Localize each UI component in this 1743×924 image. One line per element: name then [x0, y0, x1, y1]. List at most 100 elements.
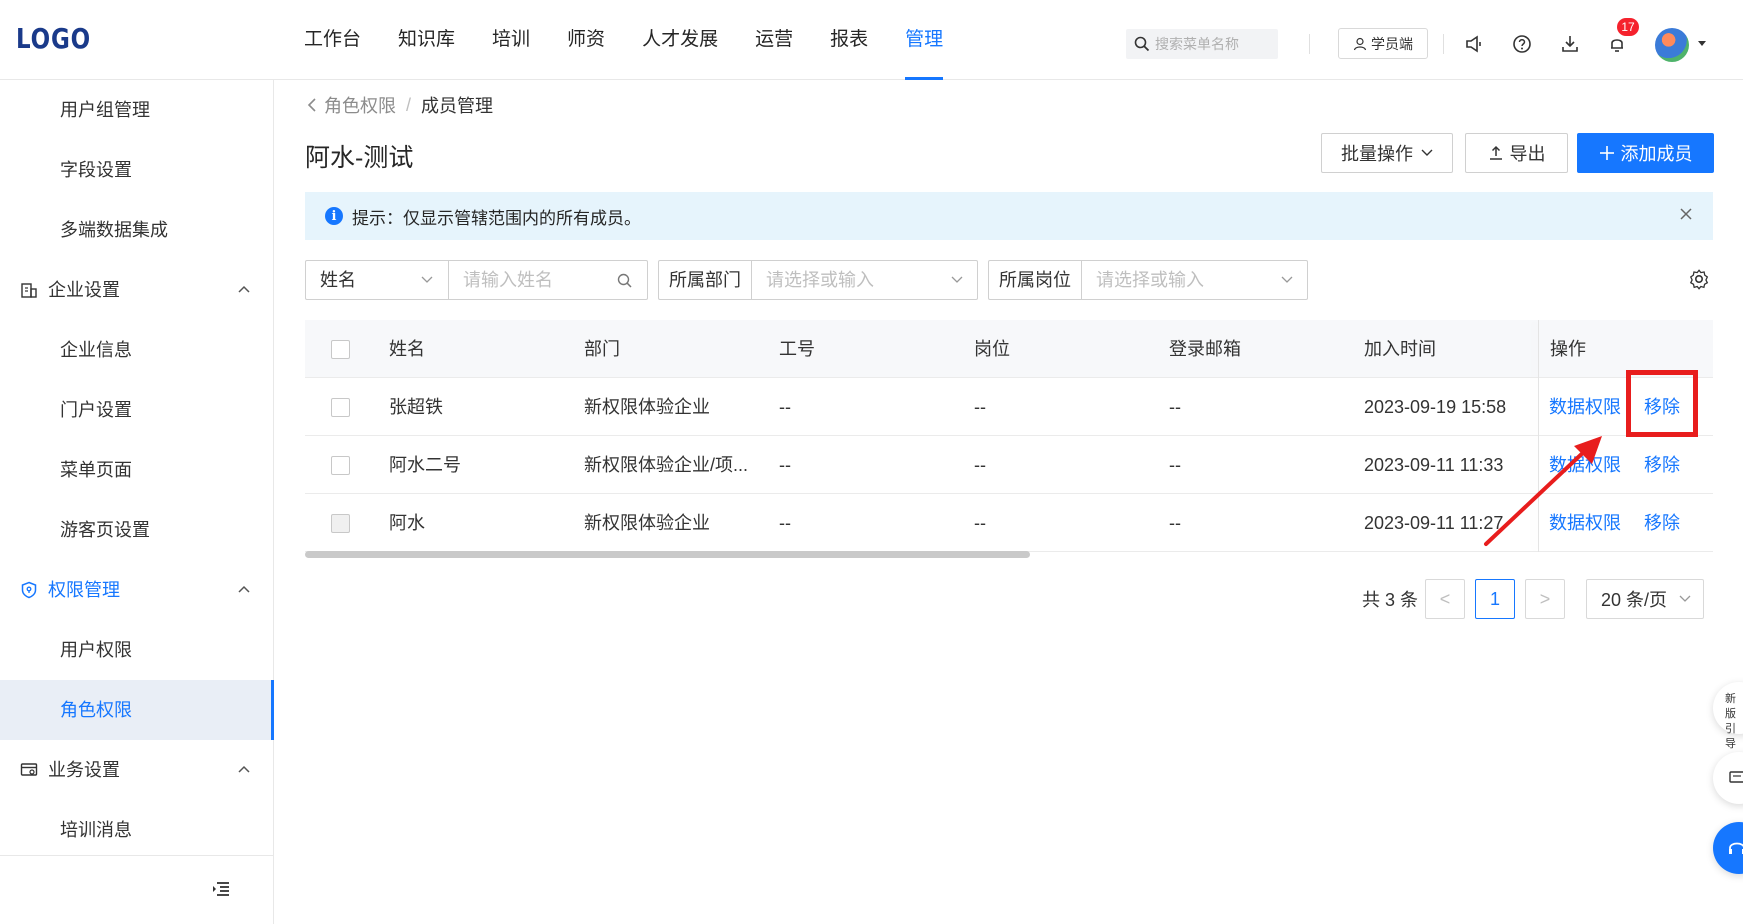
- search-icon[interactable]: [617, 273, 633, 289]
- sidebar-item-role-permissions[interactable]: 角色权限: [0, 680, 274, 740]
- announcement-icon[interactable]: [1462, 32, 1486, 56]
- name-filter: 姓名: [305, 260, 648, 300]
- nav-operations[interactable]: 运营: [755, 0, 793, 80]
- sidebar-item-enterprise-info[interactable]: 企业信息: [0, 320, 273, 380]
- sidebar-group-permissions[interactable]: 权限管理: [0, 560, 273, 620]
- breadcrumb-parent[interactable]: 角色权限: [324, 92, 396, 118]
- column-joined: 加入时间: [1364, 339, 1436, 359]
- field-select[interactable]: 姓名: [306, 261, 449, 299]
- sidebar-item-user-groups[interactable]: 用户组管理: [0, 80, 273, 140]
- row-checkbox[interactable]: [331, 514, 350, 533]
- column-email: 登录邮箱: [1169, 339, 1241, 359]
- sidebar-group-business[interactable]: 业务设置: [0, 740, 273, 800]
- remove-link[interactable]: 移除: [1644, 494, 1680, 552]
- nav-knowledge[interactable]: 知识库: [398, 0, 455, 80]
- cell-post: --: [974, 455, 986, 475]
- chevron-down-icon: [1281, 276, 1293, 283]
- help-icon[interactable]: [1510, 32, 1534, 56]
- chevron-up-icon: [238, 285, 250, 293]
- customer-service-widget[interactable]: [1713, 822, 1743, 874]
- gear-icon[interactable]: [1688, 268, 1710, 290]
- sidebar-group-label: 业务设置: [48, 760, 120, 780]
- chevron-up-icon: [238, 765, 250, 773]
- nav-reports[interactable]: 报表: [830, 0, 868, 80]
- annotation-arrow: [1484, 436, 1602, 546]
- student-side-button[interactable]: 学员端: [1338, 28, 1428, 59]
- sidebar-group-label: 企业设置: [48, 280, 120, 300]
- main-nav: 工作台 知识库 培训 师资 人才发展 运营 报表 管理: [304, 0, 980, 80]
- cell-department: 新权限体验企业/项...: [584, 455, 749, 475]
- batch-operation-button[interactable]: 批量操作: [1321, 133, 1453, 173]
- export-button[interactable]: 导出: [1465, 133, 1568, 173]
- remove-link[interactable]: 移除: [1644, 436, 1680, 494]
- post-filter[interactable]: 所属岗位: [988, 260, 1308, 300]
- department-filter[interactable]: 所属部门: [658, 260, 978, 300]
- card-settings-icon: [20, 763, 38, 776]
- next-page-button[interactable]: >: [1525, 579, 1565, 619]
- horizontal-scrollbar[interactable]: [305, 551, 1030, 558]
- cell-department: 新权限体验企业: [584, 513, 710, 533]
- search-icon: [1134, 36, 1150, 52]
- sidebar-item-portal-settings[interactable]: 门户设置: [0, 380, 273, 440]
- sidebar-item-field-settings[interactable]: 字段设置: [0, 140, 273, 200]
- prev-page-button[interactable]: <: [1425, 579, 1465, 619]
- caret-down-icon[interactable]: [1697, 40, 1707, 48]
- chevron-down-icon: [421, 276, 433, 283]
- chevron-left-icon[interactable]: [306, 97, 318, 113]
- new-guide-widget[interactable]: 新版引导: [1713, 682, 1743, 750]
- search-input[interactable]: [1155, 36, 1275, 52]
- nav-talent[interactable]: 人才发展: [642, 0, 718, 80]
- student-side-label: 学员端: [1371, 35, 1413, 52]
- post-input[interactable]: [1082, 269, 1282, 291]
- row-checkbox[interactable]: [331, 398, 350, 417]
- name-input[interactable]: [449, 269, 609, 291]
- data-permission-link[interactable]: 数据权限: [1549, 378, 1621, 436]
- add-member-button[interactable]: 添加成员: [1577, 133, 1714, 173]
- sidebar-item-user-permissions[interactable]: 用户权限: [0, 620, 273, 680]
- total-count: 共 3 条: [1362, 590, 1419, 610]
- cell-department: 新权限体验企业: [584, 397, 710, 417]
- column-employee-no: 工号: [779, 339, 815, 359]
- user-icon: [1353, 37, 1367, 50]
- cell-joined: 2023-09-19 15:58: [1364, 397, 1507, 417]
- shield-icon: [21, 581, 37, 599]
- cell-post: --: [974, 513, 986, 533]
- nav-training[interactable]: 培训: [492, 0, 530, 80]
- nav-management[interactable]: 管理: [905, 0, 944, 80]
- top-bar: LOGO 工作台 知识库 培训 师资 人才发展 运营 报表 管理 学员端 17: [0, 0, 1743, 80]
- select-all-checkbox[interactable]: [331, 340, 350, 359]
- feedback-widget[interactable]: [1713, 752, 1743, 804]
- header-divider: [1443, 34, 1444, 54]
- page-1-button[interactable]: 1: [1475, 579, 1515, 619]
- nav-teachers[interactable]: 师资: [567, 0, 605, 80]
- row-checkbox[interactable]: [331, 456, 350, 475]
- sidebar-item-guest-page[interactable]: 游客页设置: [0, 500, 273, 560]
- info-icon: i: [325, 207, 343, 225]
- sidebar-item-data-integration[interactable]: 多端数据集成: [0, 200, 273, 260]
- download-icon[interactable]: [1558, 32, 1582, 56]
- export-label: 导出: [1509, 144, 1546, 164]
- close-icon[interactable]: [1679, 207, 1693, 221]
- menu-search[interactable]: [1126, 29, 1278, 59]
- cell-email: --: [1169, 513, 1181, 533]
- sidebar-item-training-messages[interactable]: 培训消息: [0, 800, 273, 860]
- sidebar-group-enterprise[interactable]: 企业设置: [0, 260, 273, 320]
- column-name: 姓名: [389, 339, 425, 359]
- logo[interactable]: LOGO: [16, 22, 91, 55]
- sidebar: 用户组管理 字段设置 多端数据集成 企业设置 企业信息 门户设置 菜单页面 游客…: [0, 80, 274, 924]
- cell-name: 张超铁: [389, 397, 443, 417]
- message-icon: [1729, 771, 1743, 783]
- avatar[interactable]: [1655, 28, 1689, 62]
- building-icon: [21, 283, 37, 298]
- breadcrumb: 角色权限 / 成员管理: [306, 92, 493, 118]
- upload-icon: [1489, 145, 1502, 160]
- chevron-up-icon: [238, 585, 250, 593]
- cell-name: 阿水: [389, 513, 425, 533]
- info-alert: i 提示：仅显示管辖范围内的所有成员。: [305, 192, 1713, 240]
- department-input[interactable]: [752, 269, 952, 291]
- collapse-menu-icon[interactable]: [212, 881, 230, 897]
- sidebar-item-menu-pages[interactable]: 菜单页面: [0, 440, 273, 500]
- chevron-down-icon: [951, 276, 963, 283]
- nav-workbench[interactable]: 工作台: [304, 0, 361, 80]
- page-size-select[interactable]: 20 条/页: [1586, 579, 1704, 619]
